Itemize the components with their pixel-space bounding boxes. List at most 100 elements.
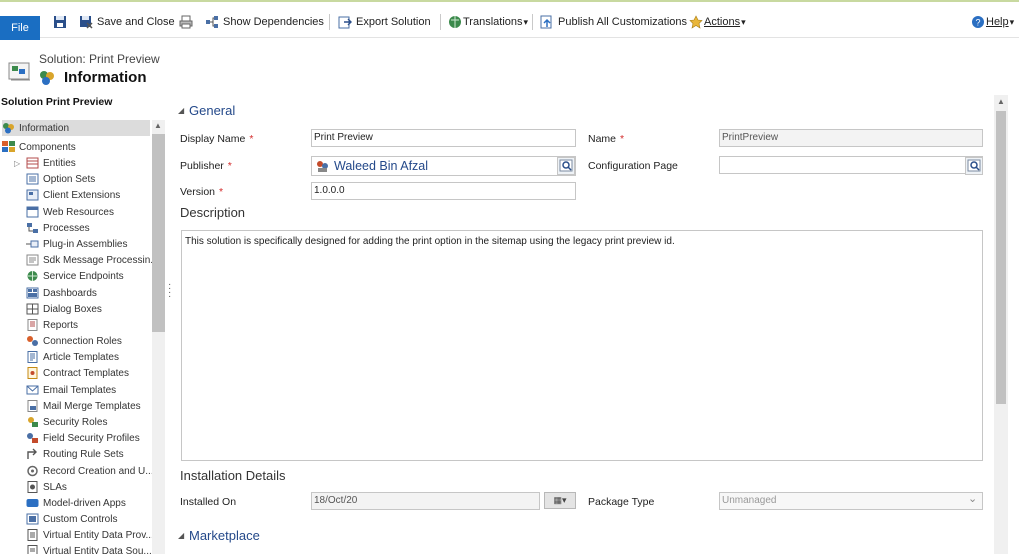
svg-text:?: ? [975, 18, 980, 28]
nav-item-label: Sdk Message Processin... [43, 254, 159, 266]
entities-icon [26, 157, 39, 169]
export-solution-button[interactable]: Export Solution [338, 13, 431, 31]
collapse-general-icon[interactable]: ◢ [178, 106, 184, 115]
nav-item-contract-templates[interactable]: Contract Templates [26, 365, 129, 381]
general-section-heading[interactable]: General [189, 103, 235, 118]
dialog-boxes-icon [26, 303, 39, 315]
ribbon-separator [440, 14, 441, 30]
nav-scrollbar-thumb[interactable] [152, 134, 165, 332]
nav-heading: Solution Print Preview [1, 96, 113, 108]
nav-item-information[interactable]: Information [2, 120, 150, 136]
form-scrollbar-thumb[interactable] [996, 111, 1006, 404]
routing-rules-icon [27, 448, 37, 459]
page-subtitle: Solution: Print Preview [39, 52, 160, 66]
nav-item-label: Virtual Entity Data Prov... [43, 529, 154, 541]
client-extensions-icon [26, 189, 39, 201]
information-icon [3, 123, 14, 134]
nav-item-article-templates[interactable]: Article Templates [26, 349, 119, 365]
publisher-lookup-button[interactable] [557, 157, 575, 175]
pane-splitter[interactable]: · · · · [168, 280, 171, 302]
ribbon-separator [329, 14, 330, 30]
publish-all-label: Publish All Customizations [558, 16, 688, 28]
lookup-icon [967, 159, 981, 172]
display-name-field[interactable]: Print Preview [311, 129, 576, 147]
translations-button[interactable]: Translations ▾ [448, 13, 528, 31]
nav-item-label: Field Security Profiles [43, 432, 140, 444]
save-button[interactable] [53, 13, 67, 31]
nav-item-components[interactable]: Components [2, 139, 76, 155]
nav-item-label: SLAs [43, 481, 67, 493]
nav-item-label: Virtual Entity Data Sou... [43, 545, 152, 554]
nav-item-plugin-assemblies[interactable]: Plug-in Assemblies [26, 236, 127, 252]
collapse-marketplace-icon[interactable]: ◢ [178, 531, 184, 540]
nav-item-label: Model-driven Apps [43, 497, 126, 509]
nav-item-dialog-boxes[interactable]: Dialog Boxes [26, 301, 102, 317]
installed-on-field[interactable]: 18/Oct/20 [311, 492, 540, 510]
nav-item-reports[interactable]: Reports [26, 317, 78, 333]
chevron-down-icon: ▾ [741, 16, 746, 27]
nav-item-connection-roles[interactable]: Connection Roles [26, 333, 122, 349]
version-field[interactable]: 1.0.0.0 [311, 182, 576, 200]
nav-item-virtual-entity-data-sources[interactable]: Virtual Entity Data Sou... [26, 543, 152, 554]
config-page-field[interactable] [719, 156, 983, 174]
scroll-up-icon[interactable]: ▲ [154, 121, 162, 130]
display-name-label-text: Display Name [180, 133, 246, 145]
nav-item-field-security-profiles[interactable]: Field Security Profiles [26, 430, 140, 446]
actions-button[interactable]: Actions ▾ [689, 13, 746, 31]
nav-item-dashboards[interactable]: Dashboards [26, 285, 97, 301]
publisher-lookup-field[interactable]: Waleed Bin Afzal [311, 156, 576, 176]
dependencies-icon [206, 16, 218, 28]
nav-item-option-sets[interactable]: Option Sets [26, 171, 95, 187]
lookup-icon [559, 159, 573, 172]
publish-all-button[interactable]: Publish All Customizations [540, 13, 687, 31]
nav-item-virtual-entity-data-providers[interactable]: Virtual Entity Data Prov... [26, 527, 154, 543]
nav-item-record-creation[interactable]: Record Creation and U... [26, 463, 154, 479]
help-label: Help [986, 16, 1009, 28]
ribbon-separator [532, 14, 533, 30]
nav-item-email-templates[interactable]: Email Templates [26, 382, 116, 398]
plugin-assemblies-icon [26, 240, 39, 248]
date-picker-button[interactable]: ▦▾ [544, 492, 576, 509]
description-textarea[interactable]: This solution is specifically designed f… [181, 230, 983, 461]
print-icon [179, 15, 193, 29]
nav-item-security-roles[interactable]: Security Roles [26, 414, 107, 430]
nav-item-routing-rule-sets[interactable]: Routing Rule Sets [26, 446, 124, 462]
marketplace-section-heading[interactable]: Marketplace [189, 528, 260, 543]
model-driven-apps-icon [26, 499, 39, 507]
nav-item-mail-merge-templates[interactable]: Mail Merge Templates [26, 398, 141, 414]
show-dependencies-button[interactable]: Show Dependencies [205, 13, 324, 31]
save-and-close-button[interactable]: Save and Close [79, 13, 175, 31]
record-creation-icon [27, 465, 38, 477]
chevron-down-icon[interactable]: ⌄ [968, 492, 977, 505]
information-icon [40, 71, 54, 85]
nav-item-service-endpoints[interactable]: Service Endpoints [26, 268, 124, 284]
chevron-down-icon: ▾ [1009, 16, 1015, 27]
name-field[interactable]: PrintPreview [719, 129, 983, 147]
nav-item-label: Article Templates [43, 351, 119, 363]
actions-icon [689, 15, 703, 29]
nav-item-processes[interactable]: Processes [26, 220, 90, 236]
nav-item-entities[interactable]: ▷ Entities [14, 155, 76, 171]
nav-item-model-driven-apps[interactable]: Model-driven Apps [26, 495, 126, 511]
print-button[interactable] [179, 13, 193, 31]
nav-item-slas[interactable]: SLAs [26, 479, 67, 495]
nav-item-client-extensions[interactable]: Client Extensions [26, 187, 120, 203]
expand-arrow-icon[interactable]: ▷ [14, 159, 22, 168]
nav-item-sdk-message-processing[interactable]: Sdk Message Processin... [26, 252, 159, 268]
custom-controls-icon [26, 513, 39, 525]
nav-item-custom-controls[interactable]: Custom Controls [26, 511, 117, 527]
save-close-icon [80, 16, 93, 29]
export-icon [338, 16, 352, 29]
help-button[interactable]: ? Help ▾ [971, 13, 1014, 31]
file-button[interactable]: File [0, 16, 40, 40]
scroll-up-icon[interactable]: ▲ [997, 97, 1005, 106]
field-security-icon [27, 433, 38, 443]
nav-item-web-resources[interactable]: Web Resources [26, 204, 114, 220]
dashboards-icon [26, 287, 39, 299]
nav-item-label: Security Roles [43, 416, 108, 428]
config-page-lookup-button[interactable] [965, 157, 983, 175]
package-type-select[interactable]: Unmanaged [719, 492, 983, 510]
option-sets-icon [26, 173, 39, 185]
publisher-link[interactable]: Waleed Bin Afzal [334, 159, 428, 173]
version-label-text: Version [180, 186, 216, 198]
